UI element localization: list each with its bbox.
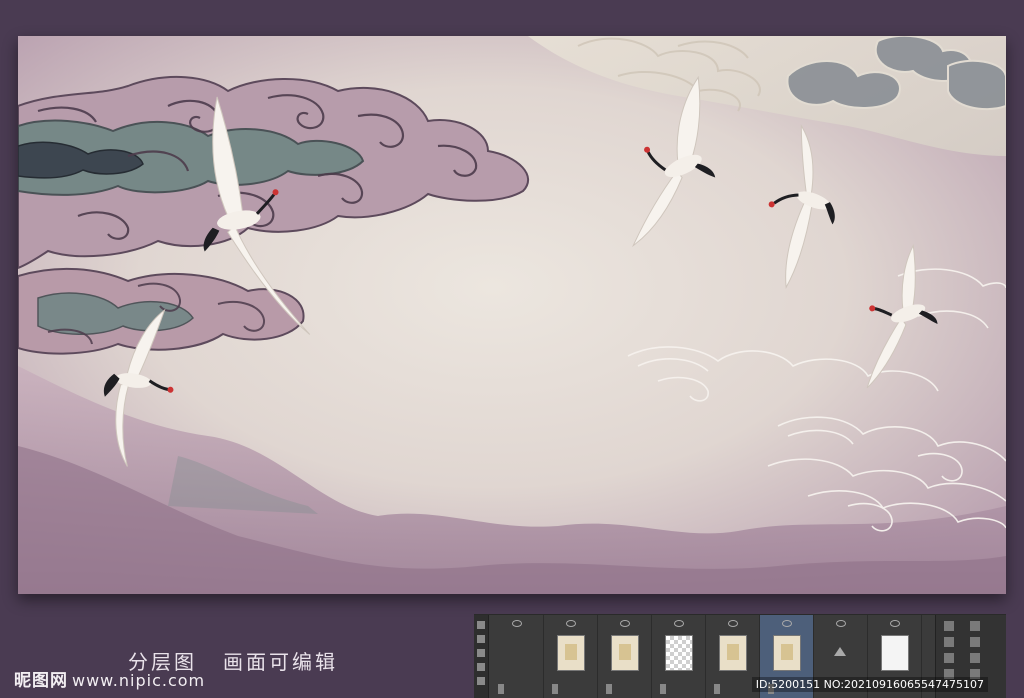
layer-column [598, 615, 652, 698]
eye-icon [674, 620, 684, 627]
layer-thumbnail [719, 635, 747, 671]
artwork-image [18, 36, 1006, 594]
eye-icon [728, 620, 738, 627]
layer-thumbnail [773, 635, 801, 671]
image-id-meta: ID:5200151 NO:20210916065547475107 [751, 677, 988, 692]
layer-column [652, 615, 706, 698]
layer-thumbnail [611, 635, 639, 671]
eye-icon [782, 620, 792, 627]
eye-icon [836, 620, 846, 627]
layer-thumbnail [557, 635, 585, 671]
watermark-logo: 昵图网 www.nipic.com [14, 666, 205, 691]
eye-icon [512, 620, 522, 627]
layer-column [544, 615, 598, 698]
shape-icon [834, 647, 846, 656]
eye-icon [890, 620, 900, 627]
layers-panel-preview: ID:5200151 NO:20210916065547475107 [474, 614, 1006, 698]
layer-column [490, 615, 544, 698]
caption-editable: 画面可编辑 [223, 650, 338, 674]
watermark-url: www.nipic.com [72, 671, 206, 690]
eye-icon [566, 620, 576, 627]
eye-icon [620, 620, 630, 627]
watermark-site-name: 昵图网 [14, 671, 68, 691]
layer-thumbnail [665, 635, 693, 671]
tool-strip [474, 615, 489, 698]
layer-thumbnail [881, 635, 909, 671]
